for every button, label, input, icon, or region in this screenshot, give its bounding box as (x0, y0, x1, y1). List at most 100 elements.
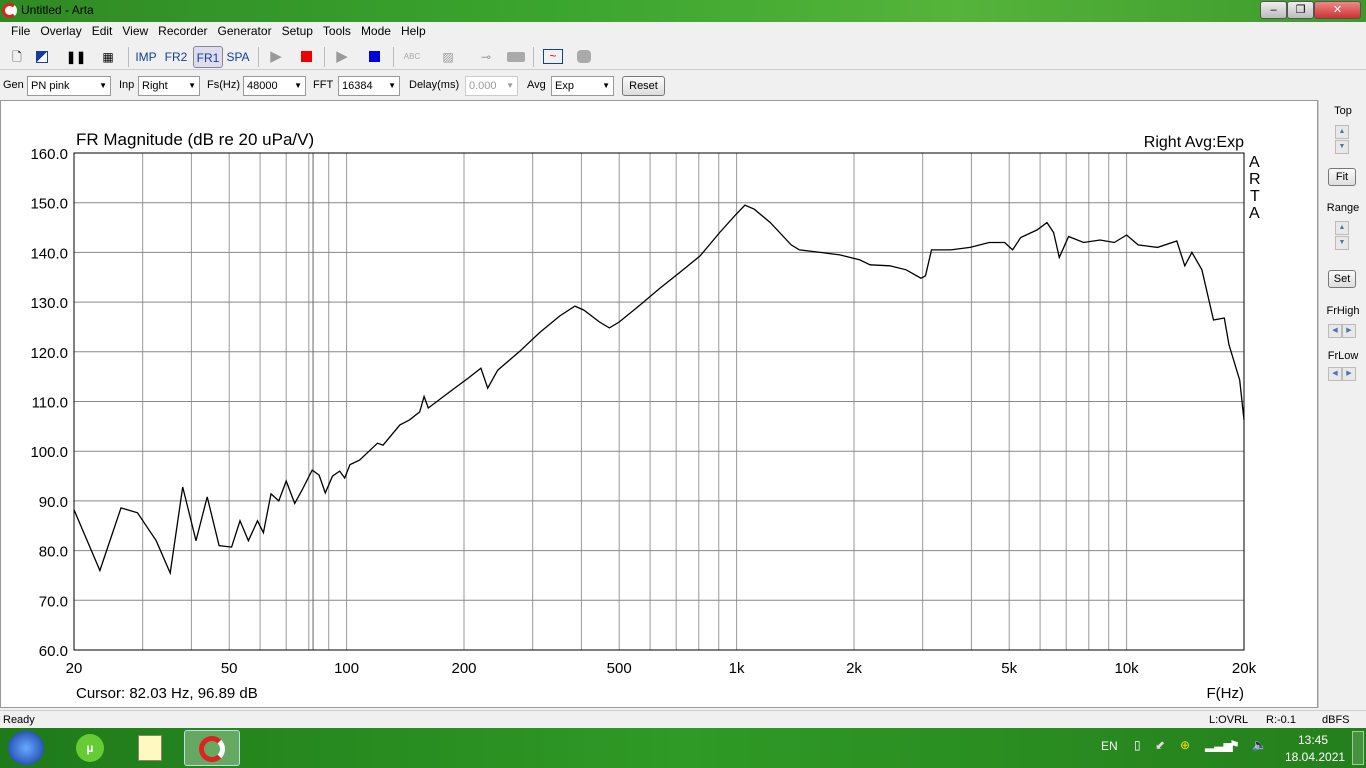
close-button[interactable]: ✕ (1314, 1, 1361, 19)
range-up-button[interactable]: ▲ (1335, 221, 1349, 235)
battery-icon[interactable]: ▯ (1134, 738, 1141, 752)
play-icon[interactable]: ▶ (266, 46, 286, 68)
top-up-button[interactable]: ▲ (1335, 125, 1349, 139)
y-tick-label: 90.0 (39, 494, 68, 511)
left-level: L:OVRL (1209, 714, 1249, 726)
network-arrow-icon[interactable]: ⬋ (1155, 738, 1165, 752)
menu-overlay[interactable]: Overlay (35, 22, 86, 42)
clock-time[interactable]: 13:45 (1298, 733, 1328, 747)
y-tick-label: 100.0 (30, 444, 68, 461)
y-tick-label: 120.0 (30, 345, 68, 362)
language-indicator[interactable]: EN (1101, 739, 1118, 753)
frlow-right-button[interactable]: ▶ (1342, 367, 1356, 381)
show-desktop-button[interactable] (1352, 731, 1364, 765)
top-down-button[interactable]: ▼ (1335, 140, 1349, 154)
status-bar: Ready L:OVRL R:-0.1 dBFS (0, 710, 1366, 728)
imp-button[interactable]: IMP (133, 46, 159, 68)
y-tick-label: 80.0 (39, 544, 68, 561)
fr-chart: 60.0 70.0 80.0 90.0 100.0 110.0 120.0 130.0 140.… (30, 130, 1261, 702)
clock-date[interactable]: 18.04.2021 (1285, 750, 1345, 764)
frhigh-left-button[interactable]: ◀ (1328, 324, 1342, 338)
reset-button[interactable]: Reset (622, 76, 665, 96)
cursor-readout: Cursor: 82.03 Hz, 96.89 dB (76, 685, 258, 702)
right-level: R:-0.1 (1266, 714, 1296, 726)
frhigh-label: FrHigh (1326, 305, 1360, 317)
fr1-button[interactable]: FR1 (193, 46, 223, 68)
generator-select[interactable]: PN pink (27, 76, 111, 96)
fft-select[interactable]: 16384 (338, 76, 400, 96)
taskbar: µ EN ▯ ⬋ ⊕ ▂▃▅ ⚑ 🔈 13:45 18.04.2021 (0, 728, 1366, 768)
right-panel: Top ▲ ▼ Fit Range ▲ ▼ Set FrHigh ◀ ▶ FrL… (1318, 100, 1366, 708)
avg-select[interactable]: Exp (551, 76, 614, 96)
abc-icon[interactable]: ABC (400, 46, 424, 68)
x-tick-label: 2k (846, 660, 862, 677)
menu-view[interactable]: View (117, 22, 153, 42)
x-tick-label: 20 (66, 660, 83, 677)
x-tick-label: 20k (1232, 660, 1257, 677)
stop-icon[interactable] (298, 46, 314, 68)
utorrent-taskbar-icon[interactable]: µ (62, 730, 118, 766)
probe-icon[interactable]: ⊸ (474, 46, 498, 68)
inp-label: Inp (119, 79, 135, 91)
separator (128, 47, 129, 67)
controls-bar: Gen PN pink Inp Right Fs(Hz) 48000 FFT 1… (0, 72, 1366, 98)
menu-edit[interactable]: Edit (87, 22, 118, 42)
menu-tools[interactable]: Tools (318, 22, 356, 42)
x-tick-label: 1k (729, 660, 745, 677)
brand-letter: R (1249, 171, 1261, 188)
chart-title: FR Magnitude (dB re 20 uPa/V) (76, 130, 314, 149)
separator (393, 47, 394, 67)
update-icon[interactable]: ⊕ (1180, 738, 1190, 752)
menu-help[interactable]: Help (396, 22, 431, 42)
fit-button[interactable]: Fit (1328, 168, 1356, 186)
arta-app-icon (2, 3, 17, 18)
title-bar: Untitled - Arta – ❐ ✕ (0, 0, 1366, 22)
set-button[interactable]: Set (1328, 270, 1356, 288)
menu-mode[interactable]: Mode (356, 22, 396, 42)
start-button[interactable] (8, 731, 44, 765)
device-icon[interactable] (506, 46, 526, 68)
delay-input[interactable]: 0.000 (465, 76, 518, 96)
minimize-button[interactable]: – (1260, 1, 1287, 19)
range-down-button[interactable]: ▼ (1335, 236, 1349, 250)
play-generator-icon[interactable]: ▶ (332, 46, 352, 68)
volume-icon[interactable]: 🔈 (1252, 738, 1267, 752)
table-icon[interactable]: ▦ (98, 46, 118, 68)
new-file-icon[interactable]: 🗋 (8, 46, 26, 68)
record-icon[interactable] (574, 46, 594, 68)
pause-icon[interactable]: ❚❚ (66, 46, 86, 68)
fr2-button[interactable]: FR2 (162, 46, 190, 68)
separator (533, 47, 534, 67)
sample-rate-select[interactable]: 48000 (243, 76, 306, 96)
menu-generator[interactable]: Generator (213, 22, 277, 42)
y-tick-label: 140.0 (30, 245, 68, 262)
y-tick-label: 130.0 (30, 295, 68, 312)
toolbar: 🗋 ❚❚ ▦ IMP FR2 FR1 SPA ▶ ▶ ABC ▨ ⊸ ~ (0, 44, 1366, 70)
range-label: Range (1326, 202, 1360, 214)
frhigh-right-button[interactable]: ▶ (1342, 324, 1356, 338)
menu-recorder[interactable]: Recorder (153, 22, 212, 42)
spa-button[interactable]: SPA (224, 46, 252, 68)
arta-brand-logo: A R T A (1249, 154, 1261, 222)
notepad-taskbar-icon[interactable] (122, 730, 178, 766)
brand-letter: A (1249, 154, 1260, 171)
menu-setup[interactable]: Setup (277, 22, 318, 42)
y-tick-label: 110.0 (32, 395, 68, 412)
menu-file[interactable]: File (6, 22, 35, 42)
stop-generator-icon[interactable] (366, 46, 382, 68)
y-tick-label: 150.0 (30, 196, 68, 213)
maximize-button[interactable]: ❐ (1287, 1, 1314, 19)
fr-series-line (73, 204, 1245, 576)
flag-icon[interactable]: ⚑ (1229, 738, 1240, 752)
frequency-response-plot[interactable]: 60.0 70.0 80.0 90.0 100.0 110.0 120.0 130.0 140.… (0, 100, 1318, 708)
oscilloscope-icon[interactable]: ~ (541, 46, 565, 68)
frlow-left-button[interactable]: ◀ (1328, 367, 1342, 381)
calibrate-icon[interactable]: ▨ (438, 46, 458, 68)
input-select[interactable]: Right (138, 76, 200, 96)
arta-taskbar-icon[interactable] (184, 730, 240, 766)
y-tick-label: 160.0 (30, 146, 68, 163)
fft-label: FFT (313, 79, 334, 91)
window-title: Untitled - Arta (21, 3, 94, 17)
status-text: Ready (3, 714, 35, 726)
open-file-icon[interactable] (36, 46, 52, 68)
